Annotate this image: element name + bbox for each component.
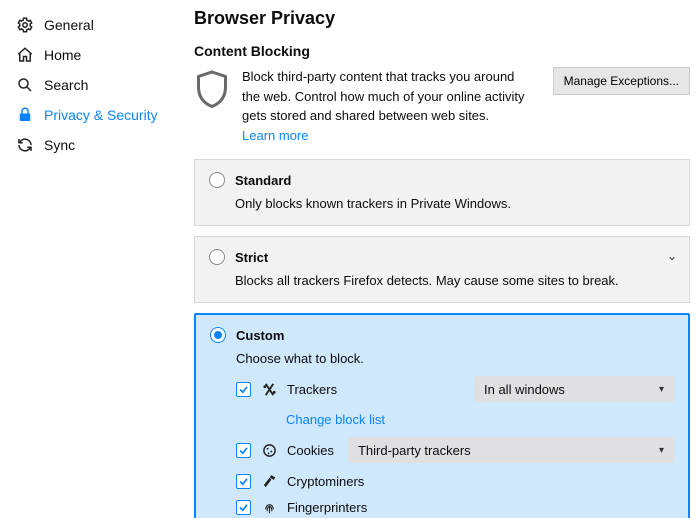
dropdown-icon: ▾	[659, 384, 664, 395]
sidebar-item-label: Home	[44, 47, 81, 63]
cookies-checkbox[interactable]	[236, 443, 251, 458]
settings-sidebar: General Home Search Privacy & Security S…	[0, 0, 180, 518]
sidebar-item-label: General	[44, 17, 94, 33]
sidebar-item-privacy[interactable]: Privacy & Security	[10, 100, 180, 130]
cryptominer-icon	[261, 473, 277, 489]
cookies-select[interactable]: Third-party trackers ▾	[348, 437, 674, 463]
option-subtitle: Blocks all trackers Firefox detects. May…	[235, 273, 675, 288]
option-standard[interactable]: Standard Only blocks known trackers in P…	[194, 159, 690, 226]
fingerprinters-row: Fingerprinters	[236, 499, 674, 515]
sidebar-item-label: Privacy & Security	[44, 107, 158, 123]
trackers-label: Trackers	[287, 382, 337, 397]
custom-options: Trackers In all windows ▾ Change block l…	[236, 376, 674, 515]
cryptominers-checkbox[interactable]	[236, 474, 251, 489]
option-subtitle: Choose what to block.	[236, 351, 674, 366]
cookies-label: Cookies	[287, 443, 334, 458]
sidebar-item-label: Sync	[44, 137, 75, 153]
sidebar-item-general[interactable]: General	[10, 10, 180, 40]
page-title: Browser Privacy	[194, 8, 690, 29]
learn-more-link[interactable]: Learn more	[242, 128, 308, 143]
radio-custom[interactable]	[210, 327, 226, 343]
change-block-list-link[interactable]: Change block list	[286, 412, 385, 427]
option-strict[interactable]: ⌄ Strict Blocks all trackers Firefox det…	[194, 236, 690, 303]
option-title: Strict	[235, 250, 268, 265]
shield-icon	[194, 69, 230, 109]
chevron-down-icon[interactable]: ⌄	[667, 249, 677, 263]
trackers-row: Trackers In all windows ▾	[236, 376, 674, 402]
dropdown-icon: ▾	[659, 445, 664, 456]
fingerprinters-label: Fingerprinters	[287, 500, 367, 515]
manage-exceptions-button[interactable]: Manage Exceptions...	[553, 67, 690, 95]
sidebar-item-label: Search	[44, 77, 88, 93]
main-panel: Browser Privacy Content Blocking Block t…	[180, 0, 700, 518]
cryptominers-label: Cryptominers	[287, 474, 364, 489]
fingerprinters-checkbox[interactable]	[236, 500, 251, 515]
option-custom[interactable]: Custom Choose what to block. Trackers In…	[194, 313, 690, 518]
radio-standard[interactable]	[209, 172, 225, 188]
cookie-icon	[261, 442, 277, 458]
sidebar-item-home[interactable]: Home	[10, 40, 180, 70]
trackers-checkbox[interactable]	[236, 382, 251, 397]
cryptominers-row: Cryptominers	[236, 473, 674, 489]
section-title: Content Blocking	[194, 43, 690, 59]
option-title: Standard	[235, 173, 291, 188]
sidebar-item-sync[interactable]: Sync	[10, 130, 180, 160]
gear-icon	[16, 16, 34, 34]
cookies-row: Cookies Third-party trackers ▾	[236, 437, 674, 463]
search-icon	[16, 76, 34, 94]
content-blocking-description-row: Block third-party content that tracks yo…	[194, 67, 690, 145]
sync-icon	[16, 136, 34, 154]
fingerprint-icon	[261, 499, 277, 515]
content-blocking-description: Block third-party content that tracks yo…	[242, 67, 531, 145]
radio-strict[interactable]	[209, 249, 225, 265]
trackers-select[interactable]: In all windows ▾	[474, 376, 674, 402]
option-title: Custom	[236, 328, 284, 343]
trackers-icon	[261, 381, 277, 397]
sidebar-item-search[interactable]: Search	[10, 70, 180, 100]
lock-icon	[16, 106, 34, 124]
home-icon	[16, 46, 34, 64]
option-subtitle: Only blocks known trackers in Private Wi…	[235, 196, 675, 211]
